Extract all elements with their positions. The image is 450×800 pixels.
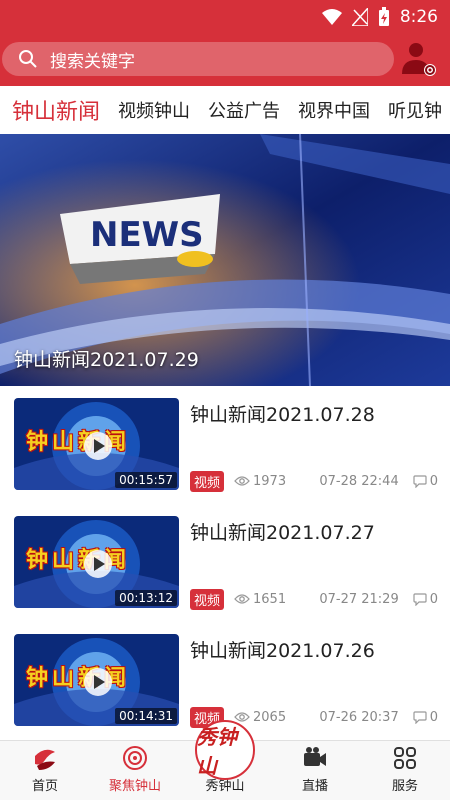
center-logo-text: 秀钟山 <box>197 725 237 778</box>
home-icon <box>35 749 55 770</box>
comment-count-value: 0 <box>429 709 438 725</box>
video-thumbnail[interactable]: 钟山新闻 00:13:12 <box>14 516 179 608</box>
nav-home[interactable]: 首页 <box>0 741 90 800</box>
thumbnail-title: 钟山新闻 <box>26 548 131 573</box>
nav-live[interactable]: 直播 <box>270 741 360 800</box>
wifi-icon <box>321 9 342 25</box>
view-count-value: 1973 <box>253 473 287 489</box>
search-icon <box>19 50 37 68</box>
svg-text:NEWS: NEWS <box>90 215 204 255</box>
target-icon <box>123 746 147 770</box>
news-item[interactable]: 钟山新闻 00:13:12 钟山新闻2021.07.27 视频 1651 07-… <box>0 504 450 622</box>
video-thumbnail[interactable]: 钟山新闻 00:14:31 <box>14 634 179 726</box>
tab-listen[interactable]: 听见钟 <box>388 97 442 123</box>
video-duration: 00:15:57 <box>115 472 177 488</box>
video-duration: 00:13:12 <box>115 590 177 606</box>
status-icons: 8:26 <box>321 6 438 28</box>
play-icon[interactable] <box>84 668 112 696</box>
video-badge: 视频 <box>190 588 225 610</box>
comment-icon <box>413 592 427 606</box>
nav-service[interactable]: 服务 <box>360 741 450 800</box>
grid-icon <box>394 747 416 769</box>
comment-count[interactable]: 0 <box>413 592 438 607</box>
no-signal-icon <box>351 8 368 26</box>
comment-icon <box>413 474 427 488</box>
tab-zhongshan-news[interactable]: 钟山新闻 <box>12 94 100 126</box>
tab-view-china[interactable]: 视界中国 <box>298 97 370 123</box>
comment-count[interactable]: 0 <box>413 474 438 489</box>
comment-count[interactable]: 0 <box>413 710 438 725</box>
video-badge: 视频 <box>190 470 225 492</box>
eye-icon <box>234 594 250 604</box>
publish-date: 07-27 21:29 <box>319 591 399 607</box>
news-list: 钟山新闻 00:15:57 钟山新闻2021.07.28 视频 1973 07-… <box>0 386 450 740</box>
channel-tabs: 钟山新闻 视频钟山 公益广告 视界中国 听见钟 <box>0 86 450 134</box>
news-meta: 视频 1651 07-27 21:29 0 <box>190 588 438 610</box>
comment-count-value: 0 <box>429 591 438 607</box>
nav-home-label: 首页 <box>31 779 58 794</box>
search-bar: 搜索关键字 <box>0 34 450 86</box>
battery-icon <box>378 7 389 26</box>
thumbnail-title: 钟山新闻 <box>26 430 131 455</box>
user-settings-icon[interactable] <box>400 40 438 78</box>
view-count: 1651 <box>234 592 286 607</box>
hero-caption: 钟山新闻2021.07.29 <box>14 349 199 371</box>
video-duration: 00:14:31 <box>115 708 177 724</box>
nav-focus[interactable]: 聚焦钟山 <box>90 741 180 800</box>
publish-date: 07-28 22:44 <box>319 473 399 489</box>
nav-service-label: 服务 <box>391 779 418 794</box>
news-meta: 视频 1973 07-28 22:44 0 <box>190 470 438 492</box>
play-icon[interactable] <box>84 550 112 578</box>
nav-live-label: 直播 <box>301 779 328 794</box>
eye-icon <box>234 476 250 486</box>
search-placeholder: 搜索关键字 <box>50 51 135 72</box>
center-logo-button[interactable]: 秀钟山 <box>195 720 255 780</box>
view-count-value: 1651 <box>253 591 287 607</box>
news-title[interactable]: 钟山新闻2021.07.26 <box>190 636 375 663</box>
thumbnail-title: 钟山新闻 <box>26 666 131 691</box>
news-title[interactable]: 钟山新闻2021.07.27 <box>190 518 375 545</box>
comment-count-value: 0 <box>429 473 438 489</box>
nav-focus-label: 聚焦钟山 <box>108 779 161 794</box>
hero-banner[interactable]: NEWS 钟山新闻2021.07.29 <box>0 134 450 386</box>
publish-date: 07-26 20:37 <box>319 709 399 725</box>
video-camera-icon <box>304 747 326 766</box>
tab-video-zhongshan[interactable]: 视频钟山 <box>118 97 190 123</box>
news-item[interactable]: 钟山新闻 00:15:57 钟山新闻2021.07.28 视频 1973 07-… <box>0 386 450 504</box>
view-count-value: 2065 <box>253 709 287 725</box>
view-count: 1973 <box>234 474 286 489</box>
tab-public-ads[interactable]: 公益广告 <box>208 97 280 123</box>
video-thumbnail[interactable]: 钟山新闻 00:15:57 <box>14 398 179 490</box>
play-icon[interactable] <box>84 432 112 460</box>
comment-icon <box>413 710 427 724</box>
news-title[interactable]: 钟山新闻2021.07.28 <box>190 400 375 427</box>
status-bar: 8:26 <box>0 0 450 34</box>
search-input[interactable]: 搜索关键字 <box>2 42 394 76</box>
status-time: 8:26 <box>399 7 438 27</box>
